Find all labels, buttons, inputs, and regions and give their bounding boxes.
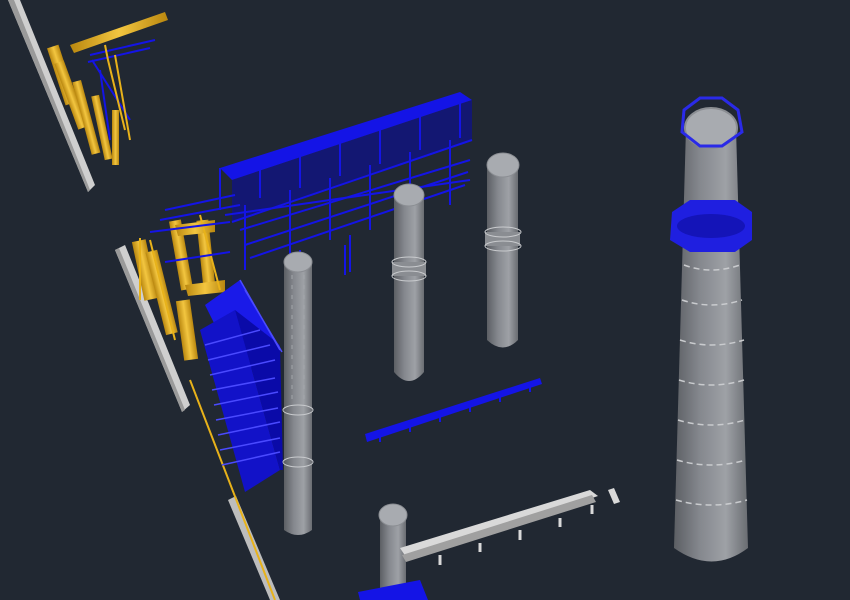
blue-rail (365, 378, 542, 442)
white-rail (400, 488, 620, 565)
cad-model-canvas (8, 0, 752, 600)
pipe-rack-corner (47, 12, 168, 165)
stack-small-back (484, 152, 522, 348)
stack-tall-right (670, 96, 752, 562)
blue-equipment-block (200, 279, 283, 492)
stack-small-front (282, 251, 314, 535)
cad-3d-viewport[interactable] (0, 0, 850, 600)
stack-small-middle (391, 183, 427, 381)
